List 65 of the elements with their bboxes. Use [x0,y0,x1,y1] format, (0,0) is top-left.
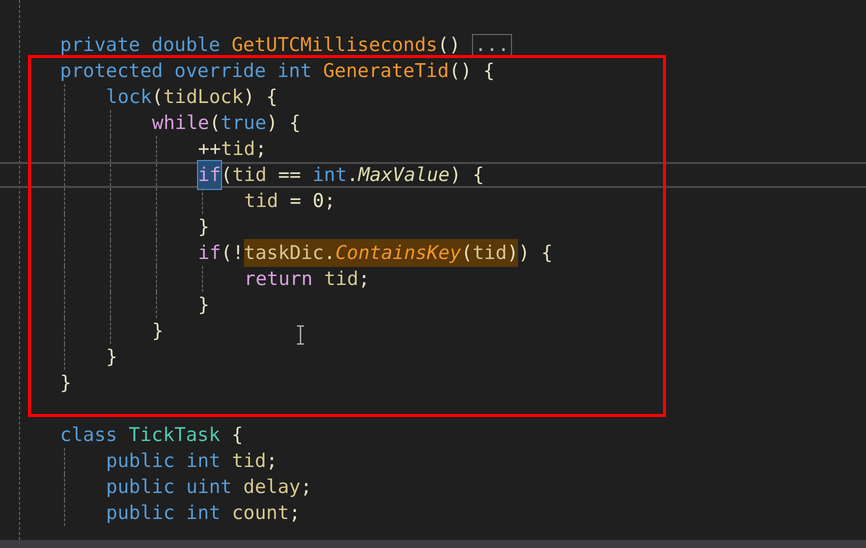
code-token: public int [106,448,222,474]
code-token: tid [220,136,256,162]
code-token: ; [289,500,300,526]
code-token: class [60,422,118,448]
code-token: while [152,110,210,136]
code-token: delay [243,474,300,500]
code-token: ( [209,110,221,136]
code-token: return [244,266,314,292]
code-token: lock [106,84,152,110]
code-token: public uint [106,474,233,500]
code-token: tidLock [163,84,244,110]
code-token: } [60,370,72,396]
indent-guide [156,136,157,162]
code-token: ++ [198,136,221,162]
code-token: } [198,214,210,240]
code-token: if [198,240,221,266]
code-token: ) { [518,240,553,266]
code-token: ( [152,84,164,110]
code-token: count [232,500,290,526]
code-token: public int [106,500,222,526]
code-token: } [198,292,210,318]
text-cursor-icon [296,325,305,345]
code-token: GenerateTid [323,58,449,84]
code-token: protected override int [60,58,313,84]
code-token: tid [472,238,507,268]
code-token: tid [244,188,278,214]
code-token: if [198,160,221,190]
code-token: ) { [243,84,278,110]
code-token: true [220,110,266,136]
code-token: () [438,32,462,58]
code-token: ( [461,238,473,268]
code-token: = 0; [288,188,336,214]
code-token: private double [60,32,222,58]
code-token: ) { [266,110,301,136]
code-token: ; [266,448,278,474]
code-token: tid [232,162,267,188]
code-token: taskDic [244,238,324,268]
code-token: (! [220,240,244,266]
code-token: { [230,422,244,448]
indent-guide [64,164,65,186]
code-token: MaxValue [358,162,450,188]
indent-guide [110,164,111,186]
code-token: tid [232,448,266,474]
code-token: } [152,318,164,344]
code-token: () { [448,58,495,84]
code-token: GetUTCMilliseconds [232,32,438,58]
code-token: TickTask [128,422,220,448]
collapsed-code-button[interactable]: ... [472,34,512,56]
code-token: int [312,162,347,188]
code-token: ( [220,162,232,188]
code-token: ; [255,136,267,162]
code-token: . [346,162,358,188]
code-token: ) [506,238,518,268]
indent-guide [202,188,203,214]
indent-guide [202,266,203,292]
code-token: } [106,344,118,370]
code-token: ; [358,266,370,292]
code-editor[interactable] [0,0,866,540]
code-token: tid [324,266,358,292]
indent-guide [156,164,157,186]
code-token: ) { [450,162,484,188]
code-token: ; [300,474,312,500]
code-token: . [324,238,336,268]
code-token: ContainsKey [335,238,462,268]
code-token: == [277,162,302,188]
